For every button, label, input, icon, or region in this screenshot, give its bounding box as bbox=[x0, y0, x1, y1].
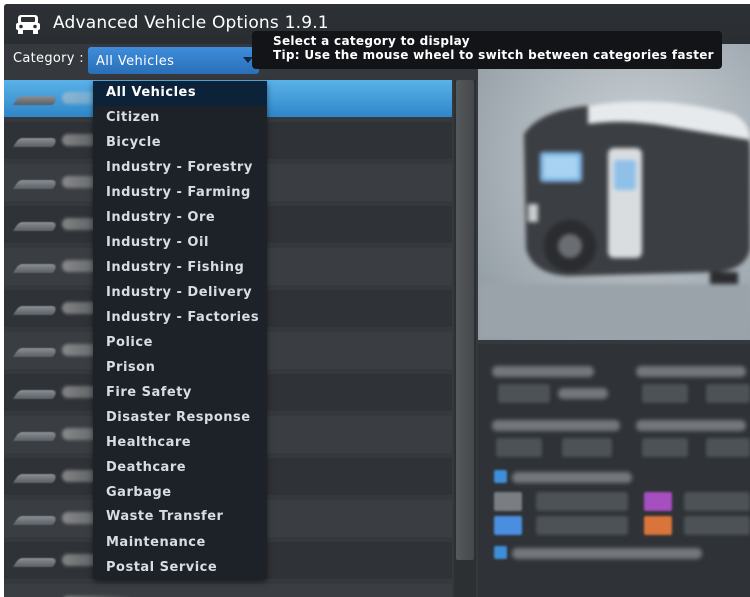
tooltip-line-1: Select a category to display bbox=[273, 34, 470, 48]
color-swatch[interactable] bbox=[644, 492, 672, 511]
vehicle-thumbnail bbox=[12, 348, 60, 357]
color-hex-field[interactable] bbox=[684, 516, 750, 535]
capacity-label bbox=[492, 420, 620, 431]
vehicle-preview[interactable] bbox=[478, 44, 750, 340]
category-option[interactable]: Industry - Oil bbox=[93, 231, 267, 256]
category-option[interactable]: Maintenance bbox=[93, 531, 267, 556]
vehicle-thumbnail bbox=[12, 222, 60, 231]
allow-spawn-label bbox=[512, 548, 702, 559]
capacity-field-2[interactable] bbox=[562, 438, 612, 457]
vehicle-thumbnail bbox=[12, 432, 60, 441]
category-option[interactable]: Prison bbox=[93, 356, 267, 381]
category-option[interactable]: Industry - Delivery bbox=[93, 281, 267, 306]
category-option[interactable]: Industry - Farming bbox=[93, 181, 267, 206]
category-tooltip: Select a category to display Tip: Use th… bbox=[252, 31, 722, 69]
vehicle-thumbnail bbox=[12, 558, 60, 567]
category-label: Category : bbox=[13, 51, 84, 66]
allow-spawn-checkbox[interactable] bbox=[494, 546, 507, 559]
category-dropdown-menu: All Vehicles Citizen Bicycle Industry - … bbox=[93, 81, 267, 580]
color-hex-field[interactable] bbox=[536, 516, 628, 535]
category-option[interactable]: Garbage bbox=[93, 481, 267, 506]
category-option[interactable]: Police bbox=[93, 331, 267, 356]
window-title: Advanced Vehicle Options 1.9.1 bbox=[53, 13, 329, 33]
vehicle-thumbnail bbox=[12, 390, 60, 399]
app-window: Advanced Vehicle Options 1.9.1 Category … bbox=[4, 4, 750, 597]
color-swatch[interactable] bbox=[494, 492, 522, 511]
vehicle-thumbnail bbox=[12, 516, 60, 525]
speed-unit-label bbox=[558, 388, 608, 399]
color-hex-field[interactable] bbox=[684, 492, 750, 511]
color-swatch[interactable] bbox=[494, 516, 522, 535]
vehicle-thumbnail bbox=[12, 180, 60, 189]
category-option[interactable]: Industry - Fishing bbox=[93, 256, 267, 281]
category-selected-value: All Vehicles bbox=[96, 54, 175, 69]
category-option[interactable]: All Vehicles bbox=[93, 81, 267, 106]
max-speed-label bbox=[492, 366, 594, 377]
multiplier-field[interactable] bbox=[642, 438, 688, 457]
category-option[interactable]: Disaster Response bbox=[93, 406, 267, 431]
list-item[interactable] bbox=[4, 584, 452, 597]
color-hex-field[interactable] bbox=[536, 492, 628, 511]
list-scrollbar-thumb[interactable] bbox=[456, 80, 474, 560]
vehicle-thumbnail bbox=[12, 264, 60, 273]
color-variations-checkbox[interactable] bbox=[494, 470, 507, 483]
tooltip-line-2: Tip: Use the mouse wheel to switch betwe… bbox=[273, 48, 714, 62]
braking-field[interactable] bbox=[706, 384, 750, 403]
category-option[interactable]: Waste Transfer bbox=[93, 505, 267, 530]
category-option[interactable]: Industry - Factories bbox=[93, 306, 267, 331]
acceleration-field[interactable] bbox=[642, 384, 688, 403]
vehicle-thumbnail bbox=[12, 96, 60, 105]
color-swatch[interactable] bbox=[644, 516, 672, 535]
vehicle-settings-panel bbox=[478, 344, 750, 597]
category-option[interactable]: Postal Service bbox=[93, 556, 267, 581]
capacity-field[interactable] bbox=[496, 438, 542, 457]
multiplier-label bbox=[636, 420, 746, 431]
acceleration-label bbox=[636, 366, 746, 377]
car-front-icon bbox=[16, 15, 40, 34]
category-option[interactable]: Citizen bbox=[93, 106, 267, 131]
category-option[interactable]: Bicycle bbox=[93, 131, 267, 156]
vehicle-preview-image bbox=[478, 101, 750, 340]
color-variations-label bbox=[512, 472, 632, 483]
category-option[interactable]: Deathcare bbox=[93, 456, 267, 481]
vehicle-thumbnail bbox=[12, 138, 60, 147]
category-option[interactable]: Healthcare bbox=[93, 431, 267, 456]
max-speed-field[interactable] bbox=[498, 384, 550, 403]
category-option[interactable]: Industry - Ore bbox=[93, 206, 267, 231]
vehicle-thumbnail bbox=[12, 306, 60, 315]
vehicle-thumbnail bbox=[12, 474, 60, 483]
category-option[interactable]: Industry - Forestry bbox=[93, 156, 267, 181]
category-dropdown[interactable]: All Vehicles bbox=[88, 47, 259, 74]
category-option[interactable]: Fire Safety bbox=[93, 381, 267, 406]
multiplier-field-2[interactable] bbox=[706, 438, 750, 457]
